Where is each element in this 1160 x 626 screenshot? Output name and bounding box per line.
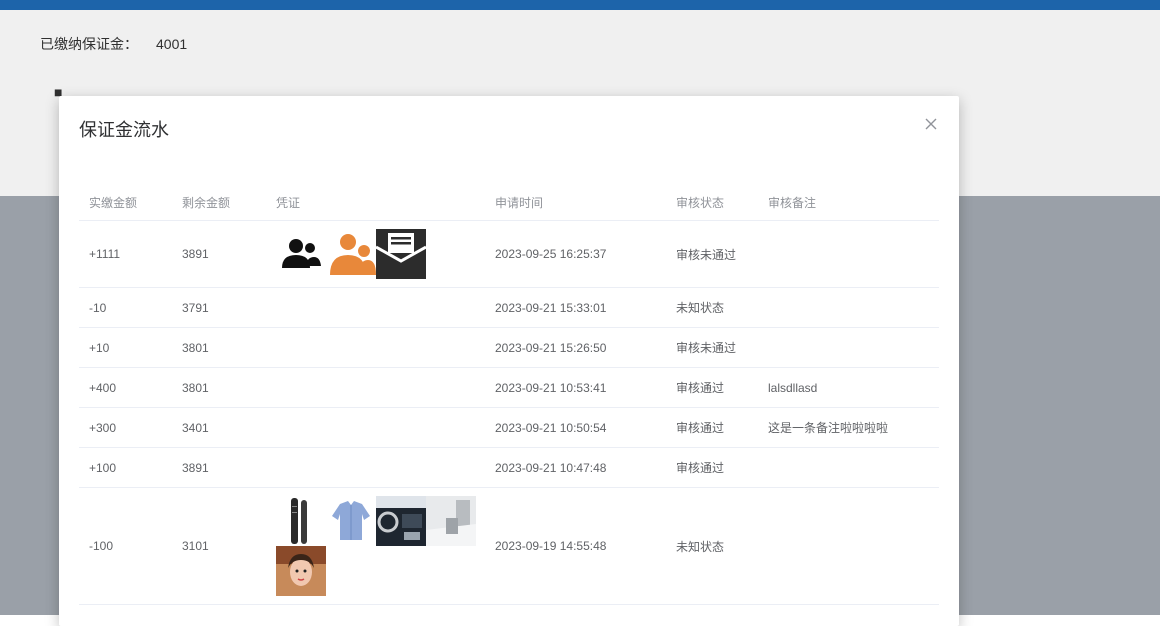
car-interior-photo[interactable] — [376, 496, 426, 546]
shirt-photo[interactable] — [326, 496, 376, 546]
review-status: 审核通过 — [676, 381, 725, 395]
review-remark: 这是一条备注啦啦啦啦 — [768, 421, 889, 435]
portrait-photo[interactable] — [276, 546, 326, 596]
column-header: 审核状态 — [676, 195, 725, 210]
review-status: 未知状态 — [676, 301, 725, 315]
column-header: 审核备注 — [768, 195, 817, 210]
paid-amount: +10 — [89, 340, 110, 355]
inbox-icon[interactable] — [376, 229, 426, 279]
remaining-amount: 3801 — [182, 380, 209, 395]
table-row: -100 3101 2023-09-19 14:55:48 未知状态 — [79, 488, 939, 605]
review-status: 审核通过 — [676, 461, 725, 475]
table-row: +1111 3891 2023-09-25 16:25:37 审核未通过 — [79, 221, 939, 288]
table-row: +10 3801 2023-09-21 15:26:50 审核未通过 — [79, 328, 939, 368]
apply-time: 2023-09-21 15:26:50 — [495, 340, 607, 355]
table-row: +300 3401 2023-09-21 10:50:54 审核通过 这是一条备… — [79, 408, 939, 448]
review-status: 审核通过 — [676, 421, 725, 435]
apply-time: 2023-09-21 10:47:48 — [495, 460, 607, 475]
deposit-history-table: 实缴金额 剩余金额 凭证 申请时间 审核状态 审核备注 +1111 3891 2… — [79, 184, 939, 605]
apply-time: 2023-09-19 14:55:48 — [495, 539, 607, 553]
remaining-amount: 3401 — [182, 420, 209, 435]
paid-amount: +100 — [89, 460, 117, 475]
deposit-history-dialog: 保证金流水 实缴金额 剩余金额 凭证 申请时间 审核状态 审核备注 +1111 … — [59, 96, 959, 626]
column-header: 实缴金额 — [89, 195, 138, 210]
close-button[interactable] — [923, 116, 939, 132]
paid-amount: +1111 — [89, 247, 121, 261]
hair-brush-photo[interactable] — [276, 496, 326, 546]
review-status: 审核未通过 — [676, 247, 737, 262]
apply-time: 2023-09-21 10:50:54 — [495, 420, 607, 435]
remaining-amount: 3801 — [182, 340, 209, 355]
table-row: +400 3801 2023-09-21 10:53:41 审核通过 lalsd… — [79, 368, 939, 408]
proof-cell — [266, 229, 486, 279]
apply-time: 2023-09-21 15:33:01 — [495, 300, 607, 315]
remaining-amount: 3891 — [182, 460, 209, 475]
table-row: -10 3791 2023-09-21 15:33:01 未知状态 — [79, 288, 939, 328]
close-icon — [925, 118, 937, 130]
remaining-amount: 3791 — [182, 300, 209, 315]
column-header: 申请时间 — [495, 195, 544, 210]
column-header: 凭证 — [276, 195, 301, 210]
review-remark: lalsdllasd — [768, 380, 818, 395]
remaining-amount: 3891 — [182, 247, 209, 261]
review-status: 未知状态 — [676, 539, 725, 554]
remaining-amount: 3101 — [182, 539, 209, 553]
users-icon[interactable] — [276, 229, 326, 279]
paid-amount: +300 — [89, 420, 117, 435]
proof-cell — [266, 496, 486, 596]
table-header: 实缴金额 剩余金额 凭证 申请时间 审核状态 审核备注 — [79, 184, 939, 221]
paid-amount: -100 — [89, 539, 114, 553]
table-row: +100 3891 2023-09-21 10:47:48 审核通过 — [79, 448, 939, 488]
dialog-title: 保证金流水 — [79, 120, 169, 140]
room-photo[interactable] — [426, 496, 476, 546]
review-status: 审核未通过 — [676, 341, 737, 355]
paid-amount: +400 — [89, 380, 117, 395]
paid-amount: -10 — [89, 300, 107, 315]
column-header: 剩余金额 — [182, 195, 231, 210]
apply-time: 2023-09-21 10:53:41 — [495, 380, 607, 395]
people-icon[interactable] — [326, 229, 376, 279]
apply-time: 2023-09-25 16:25:37 — [495, 247, 607, 261]
